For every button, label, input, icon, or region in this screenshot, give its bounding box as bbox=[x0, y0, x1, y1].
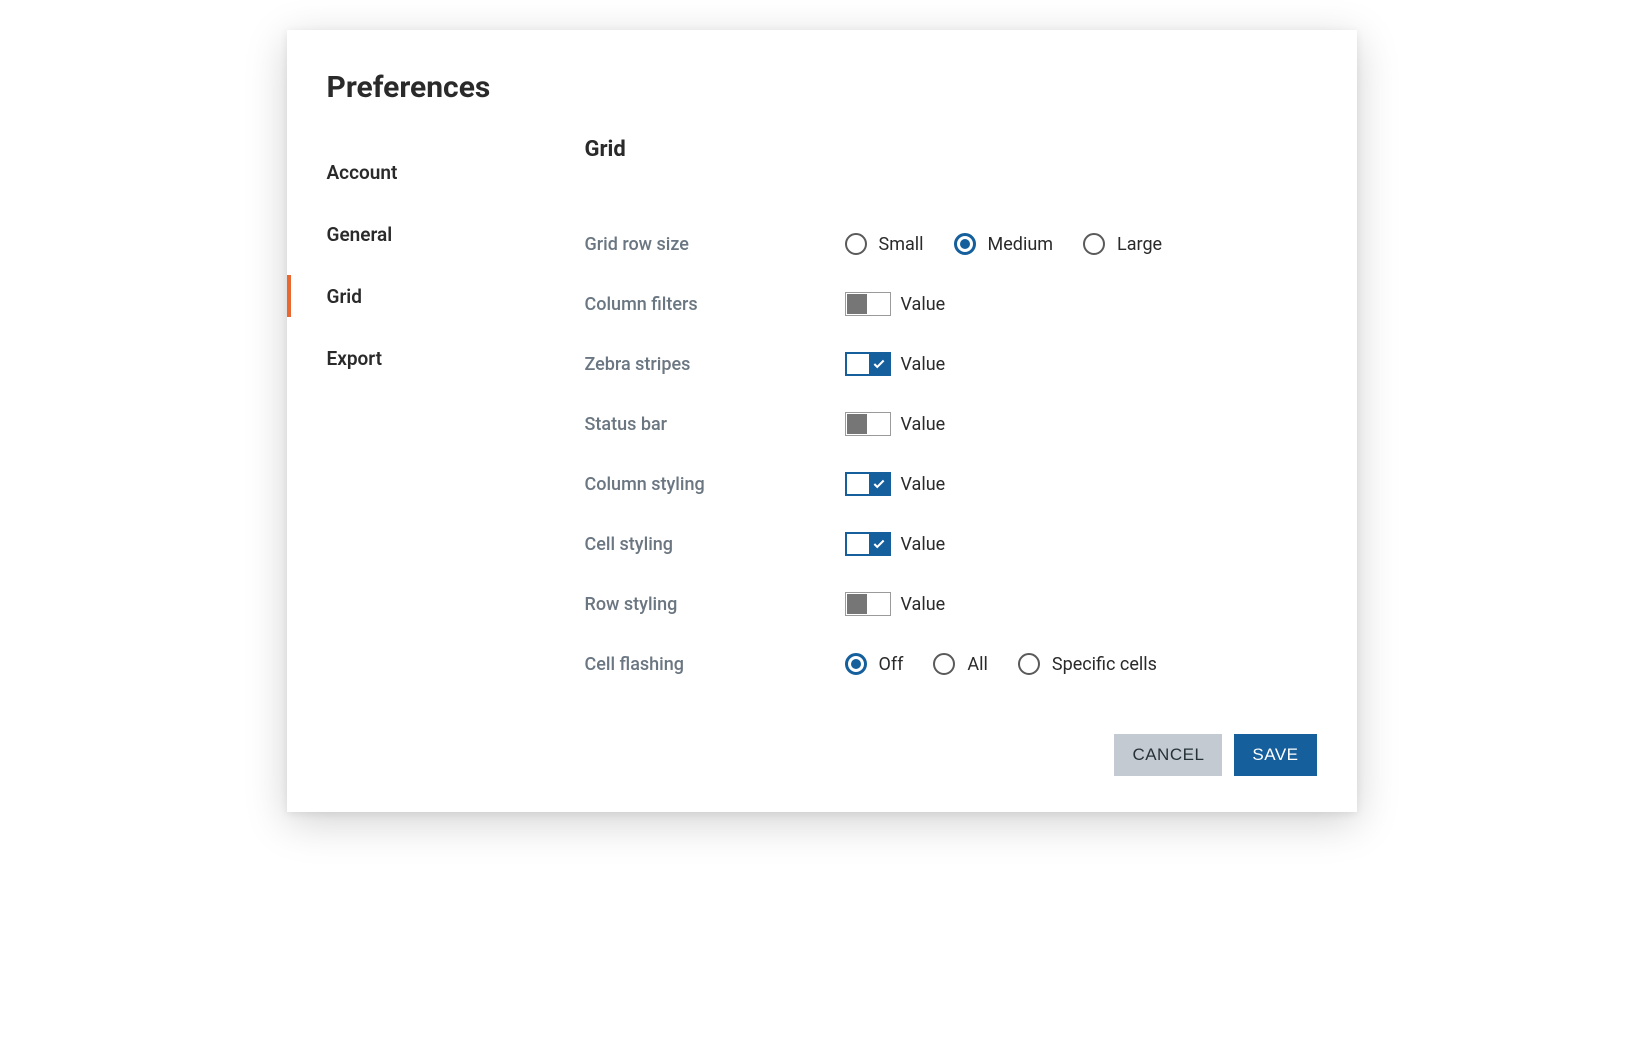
row-cell-styling: Cell styling Value bbox=[585, 514, 1317, 574]
radio-group-cell-flashing: Off All Specific cells bbox=[845, 653, 1157, 675]
radio-specific-cells[interactable]: Specific cells bbox=[1018, 653, 1157, 675]
toggle-label: Value bbox=[901, 414, 946, 435]
row-column-styling: Column styling Value bbox=[585, 454, 1317, 514]
row-label: Cell flashing bbox=[585, 654, 845, 675]
toggle-track bbox=[845, 532, 891, 556]
toggle-knob-icon bbox=[847, 414, 867, 434]
row-zebra-stripes: Zebra stripes Value bbox=[585, 334, 1317, 394]
toggle-cell-styling[interactable]: Value bbox=[845, 532, 946, 556]
toggle-knob-icon bbox=[869, 474, 889, 494]
save-button[interactable]: SAVE bbox=[1234, 734, 1316, 776]
row-label: Row styling bbox=[585, 594, 845, 615]
check-icon bbox=[872, 477, 886, 491]
panel-title: Grid bbox=[585, 137, 1317, 162]
dialog-content: Account General Grid Export Grid Grid ro… bbox=[327, 141, 1317, 694]
radio-label: Specific cells bbox=[1052, 654, 1157, 675]
toggle-status-bar[interactable]: Value bbox=[845, 412, 946, 436]
sidebar-item-account[interactable]: Account bbox=[327, 141, 585, 203]
toggle-knob-icon bbox=[869, 534, 889, 554]
row-status-bar: Status bar Value bbox=[585, 394, 1317, 454]
radio-medium[interactable]: Medium bbox=[954, 233, 1054, 255]
radio-icon bbox=[845, 653, 867, 675]
radio-all[interactable]: All bbox=[933, 653, 988, 675]
row-row-styling: Row styling Value bbox=[585, 574, 1317, 634]
radio-icon bbox=[1018, 653, 1040, 675]
toggle-zebra-stripes[interactable]: Value bbox=[845, 352, 946, 376]
toggle-label: Value bbox=[901, 354, 946, 375]
row-label: Zebra stripes bbox=[585, 354, 845, 375]
radio-icon bbox=[1083, 233, 1105, 255]
toggle-track bbox=[845, 292, 891, 316]
row-label: Grid row size bbox=[585, 234, 845, 255]
sidebar-item-general[interactable]: General bbox=[327, 203, 585, 265]
toggle-column-styling[interactable]: Value bbox=[845, 472, 946, 496]
radio-label: Off bbox=[879, 654, 904, 675]
sidebar: Account General Grid Export bbox=[327, 141, 585, 694]
radio-label: Large bbox=[1117, 234, 1162, 255]
row-column-filters: Column filters Value bbox=[585, 274, 1317, 334]
sidebar-item-label: Export bbox=[327, 347, 382, 370]
radio-label: Small bbox=[879, 234, 924, 255]
toggle-track bbox=[845, 352, 891, 376]
radio-small[interactable]: Small bbox=[845, 233, 924, 255]
sidebar-item-label: Grid bbox=[327, 285, 362, 308]
toggle-label: Value bbox=[901, 534, 946, 555]
radio-label: Medium bbox=[988, 234, 1054, 255]
radio-off[interactable]: Off bbox=[845, 653, 904, 675]
toggle-knob-icon bbox=[847, 294, 867, 314]
radio-group-grid-row-size: Small Medium Large bbox=[845, 233, 1163, 255]
check-icon bbox=[872, 537, 886, 551]
toggle-label: Value bbox=[901, 474, 946, 495]
radio-large[interactable]: Large bbox=[1083, 233, 1162, 255]
dialog-title: Preferences bbox=[327, 70, 1317, 105]
check-icon bbox=[872, 357, 886, 371]
radio-icon bbox=[933, 653, 955, 675]
toggle-label: Value bbox=[901, 294, 946, 315]
row-label: Column filters bbox=[585, 294, 845, 315]
row-grid-row-size: Grid row size Small Medium Large bbox=[585, 214, 1317, 274]
toggle-label: Value bbox=[901, 594, 946, 615]
sidebar-item-export[interactable]: Export bbox=[327, 327, 585, 389]
toggle-column-filters[interactable]: Value bbox=[845, 292, 946, 316]
sidebar-item-label: Account bbox=[327, 161, 398, 184]
sidebar-item-grid[interactable]: Grid bbox=[327, 265, 585, 327]
toggle-track bbox=[845, 592, 891, 616]
toggle-knob-icon bbox=[847, 594, 867, 614]
toggle-track bbox=[845, 412, 891, 436]
dialog-footer: CANCEL SAVE bbox=[327, 734, 1317, 776]
preferences-dialog: Preferences Account General Grid Export … bbox=[287, 30, 1357, 812]
radio-label: All bbox=[967, 654, 988, 675]
radio-icon bbox=[954, 233, 976, 255]
radio-icon bbox=[845, 233, 867, 255]
toggle-row-styling[interactable]: Value bbox=[845, 592, 946, 616]
sidebar-item-label: General bbox=[327, 223, 393, 246]
row-cell-flashing: Cell flashing Off All Specific cells bbox=[585, 634, 1317, 694]
panel-grid: Grid Grid row size Small Medium Large bbox=[585, 141, 1317, 694]
toggle-track bbox=[845, 472, 891, 496]
toggle-knob-icon bbox=[869, 354, 889, 374]
row-label: Status bar bbox=[585, 414, 845, 435]
row-label: Column styling bbox=[585, 474, 845, 495]
row-label: Cell styling bbox=[585, 534, 845, 555]
cancel-button[interactable]: CANCEL bbox=[1114, 734, 1222, 776]
